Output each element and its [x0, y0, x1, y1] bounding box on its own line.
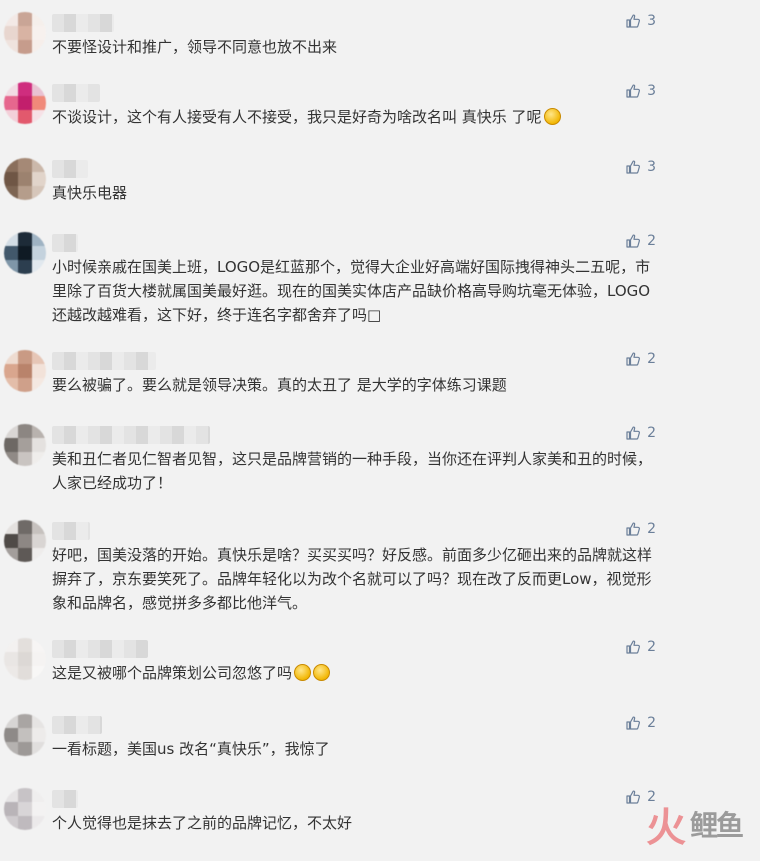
thumbs-up-icon [626, 14, 641, 28]
thumbs-up-icon [626, 426, 641, 440]
avatar[interactable] [4, 424, 46, 466]
avatar[interactable] [4, 158, 46, 200]
like-button[interactable]: 3 [625, 159, 656, 175]
watermark-text: 鲤鱼 [689, 809, 744, 842]
username-redacted[interactable] [52, 790, 78, 808]
like-button[interactable]: 3 [625, 13, 656, 29]
comment-text: 这是又被哪个品牌策划公司忽悠了吗 [52, 661, 657, 685]
comment-body: 一看标题，美国us 改名“真快乐”，我惊了 [52, 740, 330, 758]
avatar[interactable] [4, 12, 46, 54]
comment-body: 不要怪设计和推广，领导不同意也放不出来 [52, 38, 338, 56]
username-redacted[interactable] [52, 426, 210, 444]
avatar[interactable] [4, 520, 46, 562]
thumbs-up-icon [626, 234, 641, 248]
comment-body: 真快乐电器 [52, 184, 128, 202]
avatar[interactable] [4, 714, 46, 756]
like-button[interactable]: 2 [625, 521, 656, 537]
username-redacted[interactable] [52, 640, 148, 658]
like-button[interactable]: 2 [625, 233, 656, 249]
avatar[interactable] [4, 638, 46, 680]
comment-text: 美和丑仁者见仁智者见智，这只是品牌营销的一种手段，当你还在评判人家美和丑的时候，… [52, 447, 657, 495]
comment-body: 美和丑仁者见仁智者见智，这只是品牌营销的一种手段，当你还在评判人家美和丑的时候，… [52, 450, 653, 492]
like-count: 2 [647, 425, 656, 441]
comment-text: 不谈设计，这个有人接受有人不接受，我只是好奇为啥改名叫 真快乐 了呢 [52, 105, 657, 129]
comment-text: 小时候亲戚在国美上班，LOGO是红蓝那个，觉得大企业好高端好国际拽得神头二五呢，… [52, 255, 657, 327]
comment-text: 不要怪设计和推广，领导不同意也放不出来 [52, 35, 657, 59]
comment-body: 不谈设计，这个有人接受有人不接受，我只是好奇为啥改名叫 真快乐 了呢 [52, 108, 542, 126]
like-count: 2 [647, 351, 656, 367]
thumbs-up-icon [626, 84, 641, 98]
like-count: 2 [647, 521, 656, 537]
watermark-logo: 火 鲤鱼 [645, 795, 744, 853]
thumbs-up-icon [626, 160, 641, 174]
avatar[interactable] [4, 788, 46, 830]
thumbs-up-icon [626, 640, 641, 654]
username-redacted[interactable] [52, 234, 78, 252]
emoji-icon [294, 664, 312, 681]
comment-text: 真快乐电器 [52, 181, 657, 205]
like-count: 3 [647, 13, 656, 29]
username-redacted[interactable] [52, 14, 114, 32]
username-redacted[interactable] [52, 160, 88, 178]
comment-body: 个人觉得也是抹去了之前的品牌记忆，不太好 [52, 814, 353, 832]
comment-text: 一看标题，美国us 改名“真快乐”，我惊了 [52, 737, 657, 761]
username-redacted[interactable] [52, 716, 102, 734]
avatar[interactable] [4, 82, 46, 124]
avatar[interactable] [4, 350, 46, 392]
like-button[interactable]: 2 [625, 425, 656, 441]
thumbs-up-icon [626, 790, 641, 804]
like-count: 2 [647, 715, 656, 731]
like-button[interactable]: 2 [625, 351, 656, 367]
like-button[interactable]: 2 [625, 639, 656, 655]
avatar[interactable] [4, 232, 46, 274]
comment-body: 要么被骗了。要么就是领导决策。真的太丑了 是大学的字体练习课题 [52, 376, 507, 394]
like-button[interactable]: 3 [625, 83, 656, 99]
like-count: 3 [647, 83, 656, 99]
username-redacted[interactable] [52, 352, 156, 370]
username-redacted[interactable] [52, 522, 90, 540]
thumbs-up-icon [626, 352, 641, 366]
watermark-glyph: 火 [645, 804, 686, 851]
thumbs-up-icon [626, 716, 641, 730]
comment-text: 好吧，国美没落的开始。真快乐是啥？买买买吗？好反感。前面多少亿砸出来的品牌就这样… [52, 543, 657, 615]
comment-body: 这是又被哪个品牌策划公司忽悠了吗 [52, 664, 293, 682]
like-count: 2 [647, 233, 656, 249]
comment-text: 要么被骗了。要么就是领导决策。真的太丑了 是大学的字体练习课题 [52, 373, 657, 397]
emoji-icon [313, 664, 331, 681]
comment-body: 好吧，国美没落的开始。真快乐是啥？买买买吗？好反感。前面多少亿砸出来的品牌就这样… [52, 546, 653, 612]
emoji-icon [543, 108, 561, 125]
username-redacted[interactable] [52, 84, 100, 102]
thumbs-up-icon [626, 522, 641, 536]
like-count: 3 [647, 159, 656, 175]
like-button[interactable]: 2 [625, 715, 656, 731]
comment-text: 个人觉得也是抹去了之前的品牌记忆，不太好 [52, 811, 657, 835]
like-count: 2 [647, 639, 656, 655]
comment-body: 小时候亲戚在国美上班，LOGO是红蓝那个，觉得大企业好高端好国际拽得神头二五呢，… [52, 258, 651, 324]
